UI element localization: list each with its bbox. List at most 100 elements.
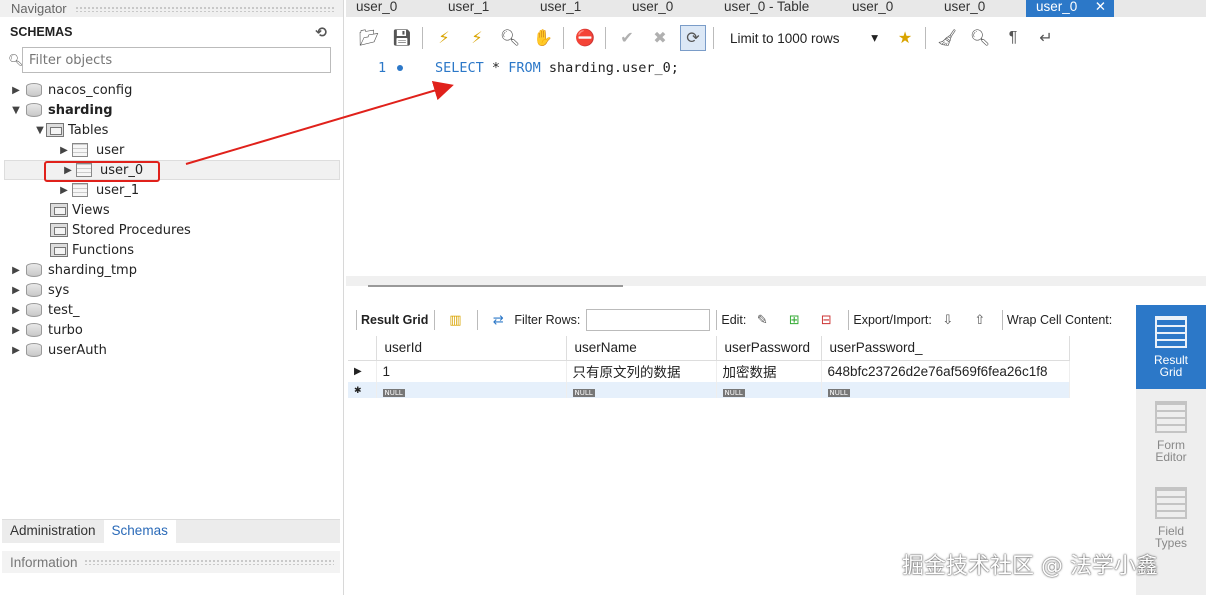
tab-user-0[interactable]: user_0 — [842, 0, 934, 17]
cell-username[interactable]: 只有原文列的数据 — [566, 360, 717, 382]
filter-bar: 🔍︎ — [8, 47, 331, 73]
result-grid-button[interactable]: Result Grid — [1136, 305, 1206, 389]
tree-label: Functions — [72, 242, 135, 258]
export-icon[interactable]: ⇩ — [938, 311, 958, 329]
cell-userid[interactable]: 1 — [376, 360, 567, 382]
tree-node-sharding[interactable]: ▼ sharding — [0, 100, 344, 120]
delete-row-icon[interactable]: ⊟ — [816, 311, 836, 329]
new-cell-userpassword-[interactable]: NULL — [821, 382, 1070, 398]
field-types-label: Field Types — [1154, 524, 1187, 550]
column-header-userpassword[interactable]: userPassword — [716, 336, 822, 361]
tab-user-1[interactable]: user_1 — [530, 0, 622, 17]
edit-row-icon[interactable]: ✎ — [752, 311, 772, 329]
rollback-icon[interactable]: ✖ — [647, 25, 673, 51]
cell-userpassword-[interactable]: 648bfc23726d2e76af569f6fea26c1f8 — [821, 360, 1070, 382]
grid-layout-icon[interactable]: ▥ — [445, 311, 465, 329]
tree-node-sharding-tmp[interactable]: ▶ sharding_tmp — [0, 260, 344, 280]
expand-arrow-icon[interactable]: ▶ — [58, 145, 70, 156]
collapse-arrow-icon[interactable]: ▼ — [34, 125, 46, 136]
functions-folder-icon — [50, 243, 68, 257]
tree-node-tables[interactable]: ▼ Tables — [0, 120, 344, 140]
tab-user-0-active[interactable]: user_0 ✕ — [1026, 0, 1114, 17]
bookmark-icon[interactable]: ★ — [892, 25, 918, 51]
tree-node-nacos-config[interactable]: ▶ nacos_config — [0, 80, 344, 100]
cell-userpassword[interactable]: 加密数据 — [716, 360, 822, 382]
row-pointer-icon: ▶ — [348, 360, 377, 382]
expand-arrow-icon[interactable]: ▶ — [58, 185, 70, 196]
grid-header-row: userId userName userPassword userPasswor… — [348, 336, 1070, 361]
expand-arrow-icon[interactable]: ▶ — [10, 345, 22, 356]
explain-icon[interactable]: 🔍︎ — [497, 25, 523, 51]
tree-node-stored-procedures[interactable]: Stored Procedures — [0, 220, 344, 240]
open-file-icon[interactable]: 📂︎ — [356, 25, 382, 51]
execute-current-icon[interactable]: ⚡ — [464, 25, 490, 51]
expand-arrow-icon[interactable]: ▶ — [10, 305, 22, 316]
tab-schemas[interactable]: Schemas — [103, 520, 176, 543]
add-row-icon[interactable]: ⊞ — [784, 311, 804, 329]
tree-node-test[interactable]: ▶ test_ — [0, 300, 344, 320]
expand-arrow-icon[interactable]: ▶ — [10, 285, 22, 296]
tree-node-functions[interactable]: Functions — [0, 240, 344, 260]
toolbar-divider — [716, 310, 718, 330]
tree-node-views[interactable]: Views — [0, 200, 344, 220]
expand-arrow-icon[interactable]: ▶ — [10, 85, 22, 96]
tree-label: sys — [48, 282, 70, 298]
sql-editor[interactable]: 1 SELECT * FROM sharding.user_0; — [346, 56, 1206, 276]
tree-node-sys[interactable]: ▶ sys — [0, 280, 344, 300]
table-icon — [72, 143, 88, 157]
tab-user-0[interactable]: user_0 — [622, 0, 714, 17]
limit-rows-select[interactable]: Limit to 1000 rows ▾ — [724, 25, 884, 51]
filter-objects-input[interactable] — [22, 47, 331, 73]
table-row[interactable]: ▶ 1 只有原文列的数据 加密数据 648bfc23726d2e76af569f… — [348, 360, 1070, 382]
column-header-username[interactable]: userName — [566, 336, 717, 361]
database-icon — [26, 263, 42, 277]
new-cell-username[interactable]: NULL — [566, 382, 717, 398]
tree-node-user[interactable]: ▶ user — [0, 140, 344, 160]
limit-label: Limit to 1000 rows — [730, 30, 840, 46]
save-icon[interactable]: 💾︎ — [389, 25, 415, 51]
panel-grip[interactable] — [74, 5, 335, 12]
refresh-icon[interactable]: ⟲ — [315, 24, 327, 41]
tree-node-turbo[interactable]: ▶ turbo — [0, 320, 344, 340]
wrap-lines-icon[interactable]: ↵ — [1033, 25, 1059, 51]
horizontal-scrollbar[interactable] — [368, 285, 623, 287]
information-header: Information — [2, 551, 340, 573]
navigator-header: Navigator — [0, 0, 343, 17]
new-cell-userpassword[interactable]: NULL — [716, 382, 822, 398]
commit-icon[interactable]: ✔ — [614, 25, 640, 51]
stop-on-error-icon[interactable]: ⛔ — [572, 25, 598, 51]
panel-grip[interactable] — [83, 559, 334, 565]
stop-icon[interactable]: ✋ — [530, 25, 556, 51]
tab-user-1[interactable]: user_1 — [438, 0, 530, 17]
execute-icon[interactable]: ⚡ — [431, 25, 457, 51]
new-cell-userid[interactable]: NULL — [376, 382, 567, 398]
tree-node-user-1[interactable]: ▶ user_1 — [0, 180, 344, 200]
tab-user-0-table[interactable]: user_0 - Table — [714, 0, 842, 17]
refresh-icon[interactable]: ⇄ — [488, 311, 508, 329]
filter-rows-input[interactable] — [586, 309, 711, 331]
column-header-userid[interactable]: userId — [376, 336, 567, 361]
tab-user-0[interactable]: user_0 — [346, 0, 438, 17]
tab-user-0[interactable]: user_0 — [934, 0, 1026, 17]
form-editor-button[interactable]: Form Editor — [1136, 389, 1206, 475]
tab-administration[interactable]: Administration — [2, 520, 104, 543]
toolbar-divider — [477, 310, 479, 330]
sql-code-line[interactable]: SELECT * FROM sharding.user_0; — [435, 60, 679, 76]
filter-rows-label: Filter Rows: — [514, 313, 581, 327]
invisible-chars-icon[interactable]: ¶ — [1000, 25, 1026, 51]
toolbar-divider — [422, 27, 423, 49]
new-row[interactable]: ✱ NULL NULL NULL NULL — [348, 382, 1070, 398]
import-icon[interactable]: ⇧ — [970, 311, 990, 329]
beautify-icon[interactable]: 🧹︎ — [934, 25, 960, 51]
collapse-arrow-icon[interactable]: ▼ — [10, 105, 22, 116]
database-icon — [26, 283, 42, 297]
find-icon[interactable]: 🔍︎ — [967, 25, 993, 51]
autocommit-icon[interactable]: ⟳ — [680, 25, 706, 51]
watermark-text: 掘金技术社区 @ 法学小鑫 — [902, 554, 1158, 579]
column-header-userpassword-[interactable]: userPassword_ — [821, 336, 1070, 361]
expand-arrow-icon[interactable]: ▶ — [10, 265, 22, 276]
editor-result-splitter[interactable] — [346, 276, 1206, 287]
tree-node-userauth[interactable]: ▶ userAuth — [0, 340, 344, 360]
close-icon[interactable]: ✕ — [1095, 0, 1106, 17]
expand-arrow-icon[interactable]: ▶ — [10, 325, 22, 336]
